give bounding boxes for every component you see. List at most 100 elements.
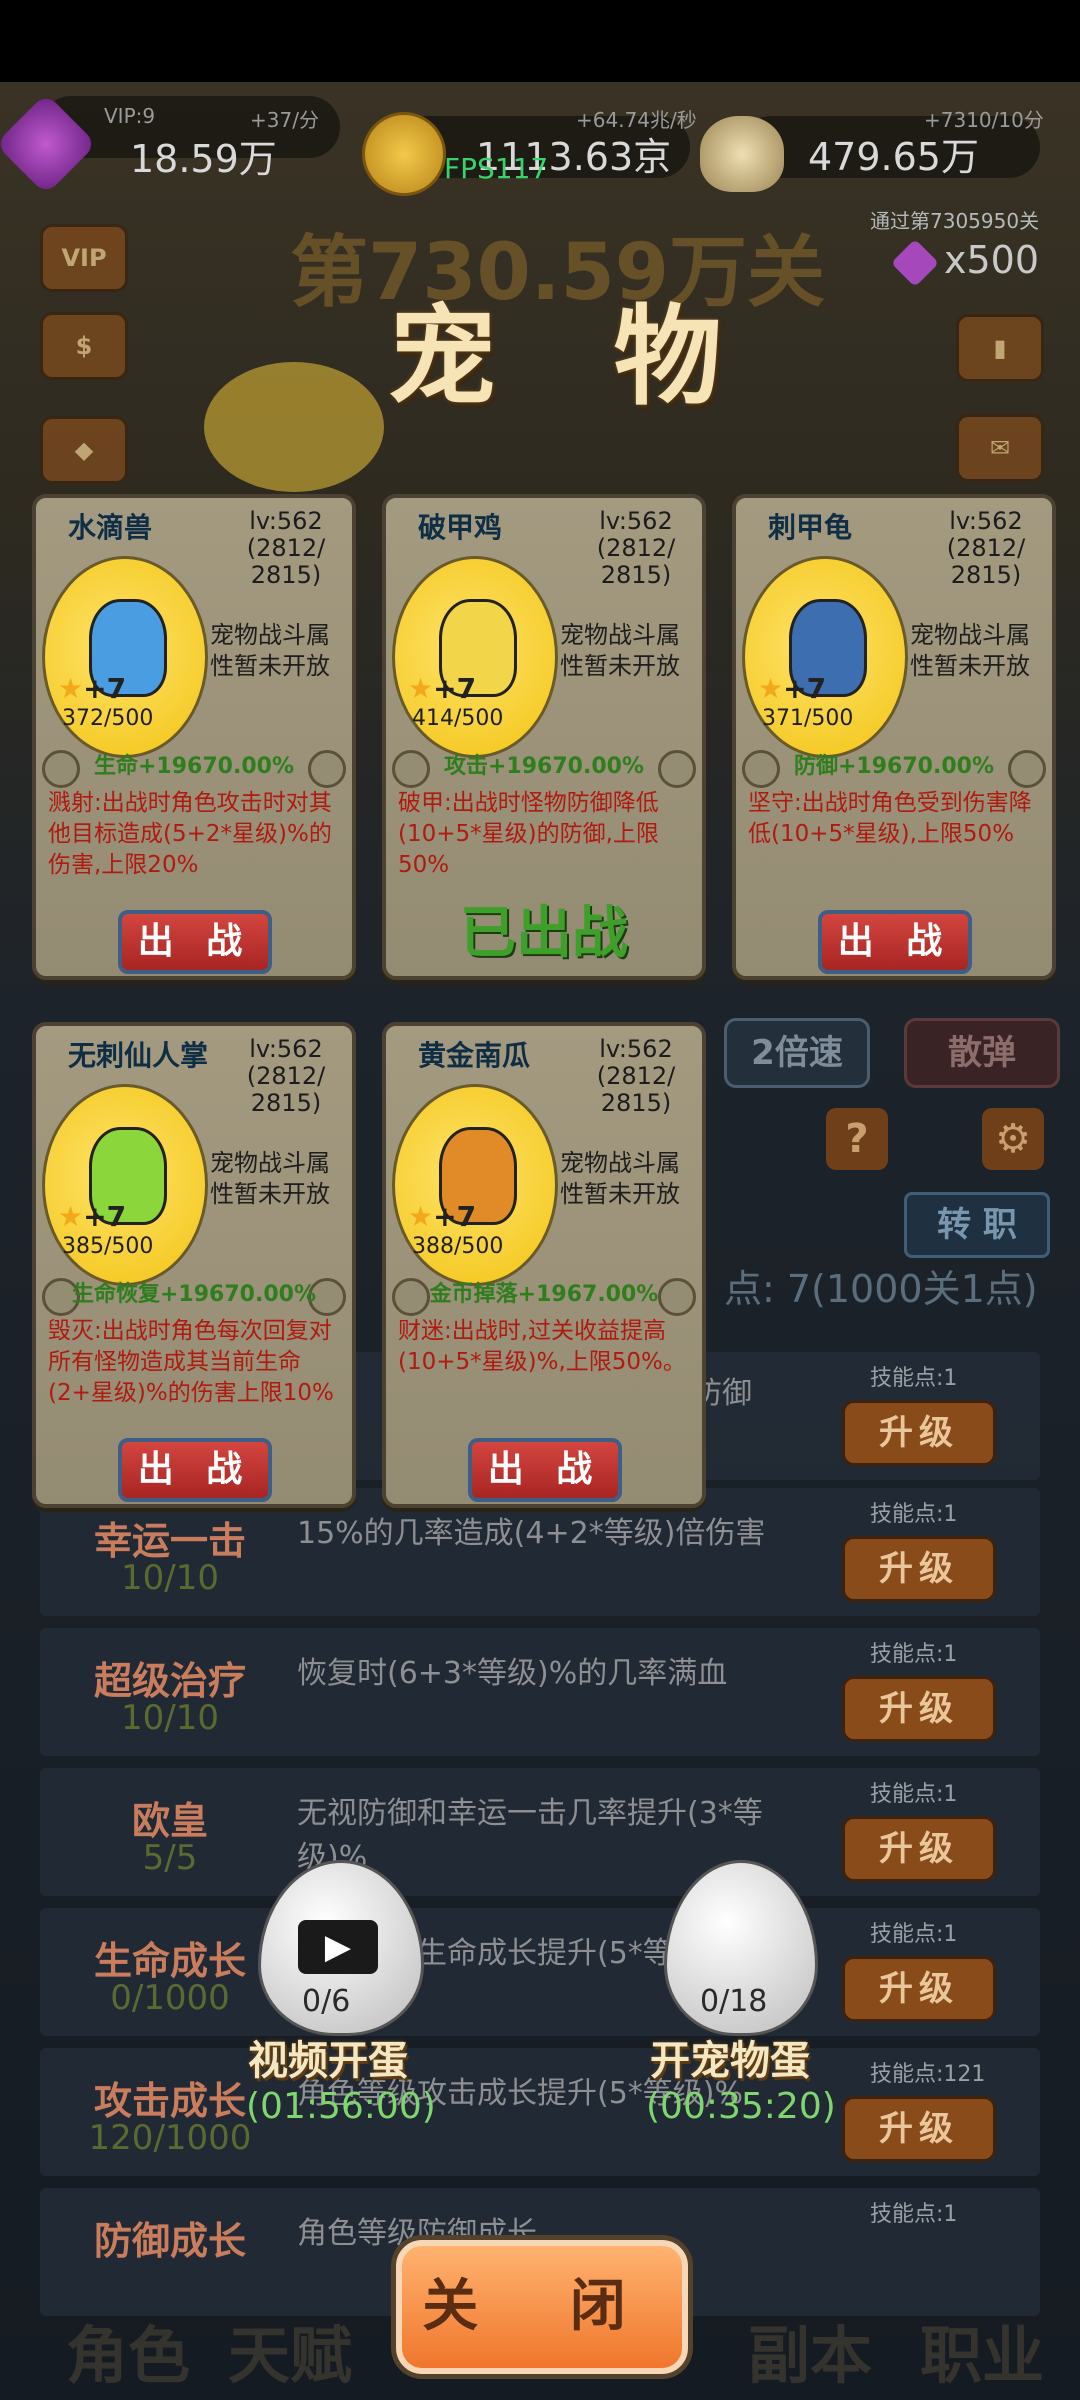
pet-level: lv:562 (2812/2815) bbox=[246, 1035, 326, 1117]
pet-name: 无刺仙人掌 bbox=[68, 1039, 209, 1072]
pet-fragments: 388/500 bbox=[412, 1234, 504, 1259]
pass-reward: x500 bbox=[944, 238, 1040, 282]
pet-name: 破甲鸡 bbox=[418, 511, 503, 544]
pet-card: 黄金南瓜 lv:562 (2812/2815) ★+7 388/500 宠物战斗属… bbox=[382, 1022, 706, 1508]
pet-level: lv:562 (2812/2815) bbox=[596, 1035, 676, 1117]
vip-button[interactable]: VIP bbox=[40, 224, 128, 292]
pet-bonus: 生命+19670.00% bbox=[94, 754, 294, 779]
pet-fragments: 372/500 bbox=[62, 706, 154, 731]
skill-name: 欧皇 bbox=[131, 1799, 208, 1843]
upgrade-button[interactable]: 升级 bbox=[842, 1816, 996, 1882]
star-icon: ★ bbox=[58, 1200, 84, 1233]
star-icon: ★ bbox=[408, 672, 434, 705]
video-egg-label: 视频开蛋 bbox=[248, 2038, 408, 2084]
pet-name: 刺甲龟 bbox=[768, 511, 853, 544]
gold-shop-button[interactable]: $ bbox=[40, 312, 128, 380]
pet-bonus: 防御+19670.00% bbox=[794, 754, 994, 779]
vip-label: VIP:9 bbox=[104, 104, 156, 128]
fps-counter: FPS117 bbox=[444, 152, 549, 185]
pet-attr-note: 宠物战斗属性暂未开放 bbox=[560, 621, 680, 680]
skull-value: 479.65万 bbox=[808, 135, 979, 179]
help-button[interactable]: ? bbox=[826, 1108, 888, 1170]
skill-desc: 15%的几率造成(4+2*等级)倍伤害 bbox=[297, 1516, 766, 1551]
star-icon: ★ bbox=[758, 672, 784, 705]
gem-value: 18.59万 bbox=[130, 137, 277, 181]
pet-card: 无刺仙人掌 lv:562 (2812/2815) ★+7 385/500 宠物战斗… bbox=[32, 1022, 356, 1508]
upgrade-button[interactable]: 升级 bbox=[842, 1536, 996, 1602]
pet-fragments: 385/500 bbox=[62, 1234, 154, 1259]
skill-points: 技能点:1 bbox=[870, 2202, 958, 2227]
skill-points: 技能点:1 bbox=[870, 1922, 958, 1947]
pet-name: 水滴兽 bbox=[68, 511, 153, 544]
pet-stars: ★+7 bbox=[758, 672, 827, 705]
pet-stars: ★+7 bbox=[408, 1200, 477, 1233]
pet-panel-title: 宠 物 bbox=[388, 295, 762, 420]
pet-stars: ★+7 bbox=[58, 672, 127, 705]
deploy-button[interactable]: 出 战 bbox=[468, 1438, 622, 1502]
nav-role[interactable]: 角色 bbox=[66, 2305, 190, 2395]
pet-bonus: 生命恢复+19670.00% bbox=[72, 1282, 316, 1307]
skill-name: 超级治疗 bbox=[93, 1659, 246, 1703]
pet-level: lv:562 (2812/2815) bbox=[246, 507, 326, 589]
nav-talent[interactable]: 天赋 bbox=[228, 2305, 352, 2395]
pass-note: 通过第7305950关 bbox=[870, 209, 1040, 233]
star-icon: ★ bbox=[408, 1200, 434, 1233]
skill-points: 技能点:1 bbox=[870, 1782, 958, 1807]
pet-stars: ★+7 bbox=[408, 672, 477, 705]
skill-desc: 恢复时(6+3*等级)%的几率满血 bbox=[297, 1656, 728, 1691]
coin-icon: $ bbox=[75, 332, 93, 360]
pet-skill-desc: 破甲:出战时怪物防御降低(10+5*星级)的防御,上限50% bbox=[398, 790, 659, 878]
deploy-button[interactable]: 出 战 bbox=[118, 910, 272, 974]
skill-points: 技能点:1 bbox=[870, 1502, 958, 1527]
deploy-button[interactable]: 出 战 bbox=[818, 910, 972, 974]
settings-button[interactable]: ⚙ bbox=[982, 1108, 1044, 1170]
pet-attr-note: 宠物战斗属性暂未开放 bbox=[560, 1149, 680, 1208]
scroll-icon: ✉ bbox=[989, 434, 1011, 462]
pet-egg-count: 0/18 bbox=[700, 1984, 768, 2019]
skill-points: 技能点:1 bbox=[870, 1642, 958, 1667]
diamond-icon: ◆ bbox=[74, 436, 94, 464]
chicken-mascot bbox=[204, 362, 384, 492]
video-egg-count: 0/6 bbox=[302, 1984, 351, 2019]
skill-points-summary: 点: 7(1000关1点) bbox=[724, 1267, 1038, 1311]
upgrade-button[interactable]: 升级 bbox=[842, 2096, 996, 2162]
pet-skill-desc: 财迷:出战时,过关收益提高(10+5*星级)%,上限50%。 bbox=[398, 1318, 686, 1375]
skill-points: 技能点:1 bbox=[870, 1366, 958, 1391]
card-button[interactable]: ▮ bbox=[956, 314, 1044, 382]
gear-icon: ⚙ bbox=[995, 1116, 1031, 1162]
video-egg-timer: (01:56:00) bbox=[246, 2086, 436, 2127]
pet-card: 破甲鸡 lv:562 (2812/2815) ★+7 414/500 宠物战斗属性… bbox=[382, 494, 706, 980]
pet-bonus: 攻击+19670.00% bbox=[444, 754, 644, 779]
pet-egg-label: 开宠物蛋 bbox=[650, 2038, 810, 2084]
pet-skill-desc: 溅射:出战时角色攻击时对其他目标造成(5+2*星级)%的伤害,上限20% bbox=[48, 790, 332, 878]
deploy-button[interactable]: 出 战 bbox=[118, 1438, 272, 1502]
speed-button[interactable]: 2倍速 bbox=[724, 1018, 870, 1088]
pet-name: 黄金南瓜 bbox=[418, 1039, 531, 1072]
pet-stars: ★+7 bbox=[58, 1200, 127, 1233]
upgrade-button[interactable]: 升级 bbox=[842, 1400, 996, 1466]
upgrade-button[interactable]: 升级 bbox=[842, 1956, 996, 2022]
pet-level: lv:562 (2812/2815) bbox=[596, 507, 676, 589]
card-icon: ▮ bbox=[993, 334, 1007, 362]
upgrade-button[interactable]: 升级 bbox=[842, 1676, 996, 1742]
pet-card: 水滴兽 lv:562 (2812/2815) ★+7 372/500 宠物战斗属性… bbox=[32, 494, 356, 980]
nav-job[interactable]: 职业 bbox=[920, 2305, 1044, 2395]
gem-shop-button[interactable]: ◆ bbox=[40, 416, 128, 484]
pet-skill-desc: 毁灭:出战时角色每次回复对所有怪物造成其当前生命(2+星级)%的伤害上限10% bbox=[48, 1318, 334, 1406]
in-battle-label: 已出战 bbox=[460, 901, 628, 966]
pet-attr-note: 宠物战斗属性暂未开放 bbox=[210, 1149, 330, 1208]
star-icon: ★ bbox=[58, 672, 84, 705]
skill-points: 技能点:121 bbox=[870, 2062, 986, 2087]
pet-level: lv:562 (2812/2815) bbox=[946, 507, 1026, 589]
pet-egg-timer: (00:35:20) bbox=[646, 2086, 836, 2127]
scroll-button[interactable]: ✉ bbox=[956, 414, 1044, 482]
close-button[interactable]: 关 闭 bbox=[396, 2240, 688, 2374]
skill-name: 防御成长 bbox=[93, 2219, 246, 2263]
gold-coin-icon bbox=[362, 112, 446, 196]
scatter-button[interactable]: 散弹 bbox=[904, 1018, 1060, 1088]
transfer-job-button[interactable]: 转 职 bbox=[904, 1192, 1050, 1258]
skill-level: 10/10 bbox=[121, 1558, 219, 1598]
nav-dungeon[interactable]: 副本 bbox=[748, 2305, 872, 2395]
status-bar bbox=[0, 0, 1080, 82]
pet-fragments: 371/500 bbox=[762, 706, 854, 731]
